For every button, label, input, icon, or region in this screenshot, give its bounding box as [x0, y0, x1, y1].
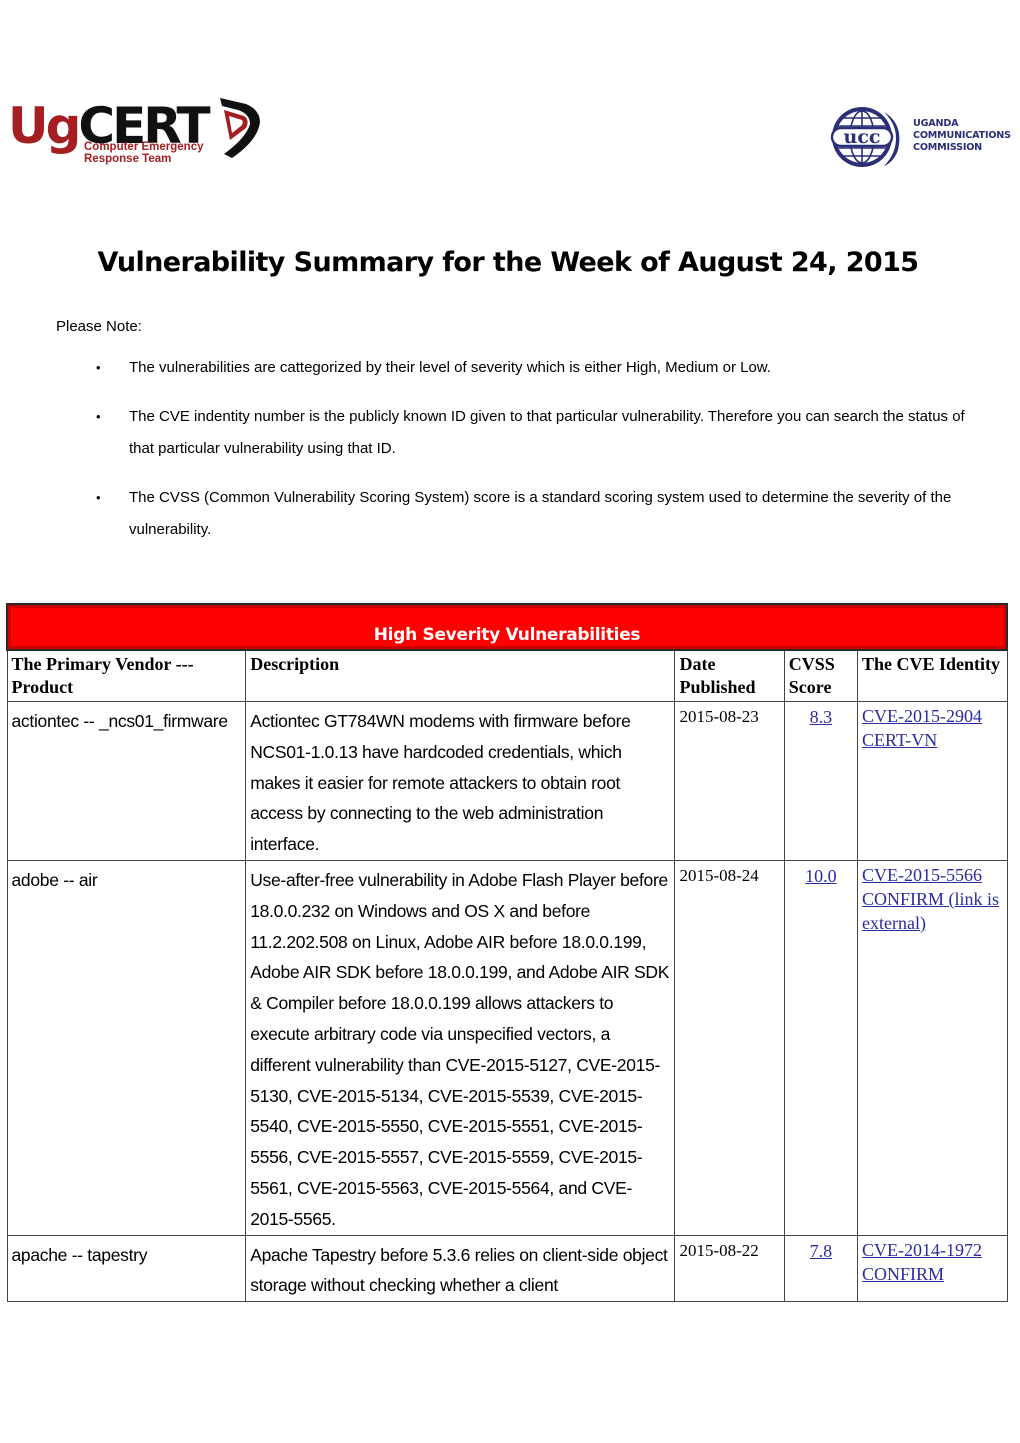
- vendor-cell: actiontec -- _ncs01_firmware: [6, 701, 247, 861]
- score-cell: 8.3: [783, 701, 859, 861]
- table-row: adobe -- air Use-after-free vulnerabilit…: [6, 859, 1008, 1236]
- cvss-score-link[interactable]: 8.3: [810, 707, 833, 727]
- score-cell: 7.8: [783, 1234, 859, 1303]
- cvss-score-link[interactable]: 10.0: [805, 866, 837, 886]
- bullet-icon: •: [96, 360, 101, 375]
- page-title: Vulnerability Summary for the Week of Au…: [97, 247, 920, 278]
- column-header-row: The Primary Vendor --- Product Descripti…: [6, 649, 1008, 702]
- bullet-icon: •: [96, 490, 101, 505]
- table-row: actiontec -- _ncs01_firmware Actiontec G…: [6, 701, 1008, 861]
- globe-icon: ucc: [830, 107, 900, 167]
- cve-cell: CVE-2014-1972 CONFIRM: [857, 1234, 1008, 1303]
- date-cell: 2015-08-23: [674, 701, 785, 861]
- description-cell: Actiontec GT784WN modems with firmware b…: [245, 701, 676, 861]
- cve-id-link[interactable]: CVE-2015-5566: [862, 863, 1002, 887]
- table-row: apache -- tapestry Apache Tapestry befor…: [6, 1234, 1008, 1303]
- vendor-cell: adobe -- air: [6, 859, 247, 1236]
- bullet-icon: •: [96, 409, 101, 424]
- cvss-score-link[interactable]: 7.8: [810, 1241, 833, 1261]
- cve-id-link[interactable]: CVE-2015-2904: [862, 704, 1002, 728]
- date-cell: 2015-08-22: [674, 1234, 785, 1303]
- reference-link[interactable]: CERT-VN: [862, 728, 1002, 752]
- ucc-name: UGANDA COMMUNICATIONS COMMISSION: [913, 118, 1011, 153]
- ugcert-subtitle: Computer Emergency Response Team: [84, 141, 204, 165]
- col-header-description: Description: [245, 649, 676, 702]
- note-item: • The CVE indentity number is the publicl…: [96, 401, 986, 465]
- reference-link[interactable]: CONFIRM (link is external): [862, 887, 1002, 935]
- notes-label: Please Note:: [56, 318, 142, 335]
- cve-id-link[interactable]: CVE-2014-1972: [862, 1238, 1002, 1262]
- cve-cell: CVE-2015-5566 CONFIRM (link is external): [857, 859, 1008, 1236]
- note-item: • The vulnerabilities are cattegorized by…: [96, 352, 986, 384]
- ucc-emblem-text: ucc: [844, 126, 881, 148]
- description-cell: Use-after-free vulnerability in Adobe Fl…: [245, 859, 676, 1236]
- shield-icon: [220, 98, 260, 158]
- col-header-cve: The CVE Identity: [857, 649, 1008, 702]
- ucc-logo: ucc UGANDA COMMUNICATIONS COMMISSION: [822, 104, 1020, 170]
- cve-cell: CVE-2015-2904 CERT-VN: [857, 701, 1008, 861]
- description-cell: Apache Tapestry before 5.3.6 relies on c…: [245, 1234, 676, 1303]
- score-cell: 10.0: [783, 859, 859, 1236]
- col-header-vendor: The Primary Vendor --- Product: [6, 649, 247, 702]
- section-header: High Severity Vulnerabilities: [6, 603, 1008, 651]
- notes-list: • The vulnerabilities are cattegorized by…: [96, 352, 986, 563]
- col-header-date: Date Published: [674, 649, 785, 702]
- note-item: • The CVSS (Common Vulnerability Scoring …: [96, 482, 986, 546]
- reference-link[interactable]: CONFIRM: [862, 1262, 1002, 1286]
- col-header-score: CVSS Score: [783, 649, 859, 702]
- ugcert-logo: UgCERT Computer Emergency Response Team: [8, 96, 260, 172]
- date-cell: 2015-08-24: [674, 859, 785, 1236]
- section-header-row: High Severity Vulnerabilities: [6, 603, 1008, 651]
- vulnerability-table: High Severity Vulnerabilities The Primar…: [6, 603, 1008, 1303]
- vendor-cell: apache -- tapestry: [6, 1234, 247, 1303]
